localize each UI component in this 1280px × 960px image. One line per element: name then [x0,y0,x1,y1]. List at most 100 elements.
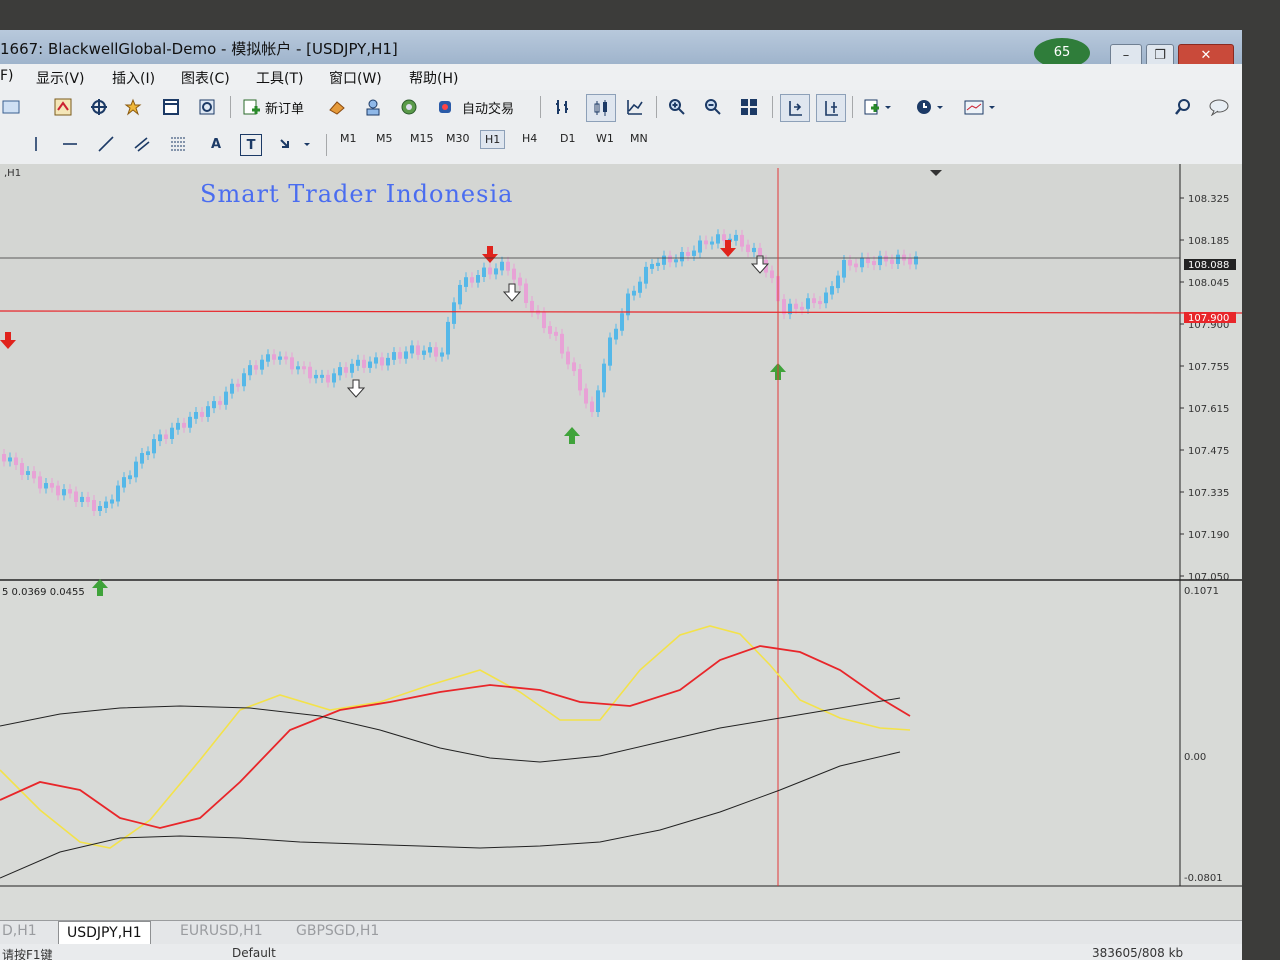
candle-body [230,383,234,394]
text-tool-icon[interactable]: A [206,134,226,154]
signals-icon[interactable] [362,97,384,117]
zoom-in-icon[interactable] [666,97,688,117]
indicators-icon[interactable] [860,97,896,117]
timeframe-mn[interactable]: MN [626,130,652,147]
crosshair-icon[interactable] [88,97,110,117]
market-icon[interactable] [398,97,420,117]
price-tick-label: 107.050 [1188,572,1229,583]
text-label-icon[interactable]: T [240,134,262,156]
tab-eurusd[interactable]: EURUSD,H1 [180,923,263,939]
metaeditor-icon[interactable] [326,97,348,117]
candlestick-chart-icon[interactable] [586,94,616,122]
menu-window[interactable]: 窗口(W) [329,68,382,88]
timeframe-m15[interactable]: M15 [406,130,438,147]
equidistant-channel-icon[interactable] [132,134,152,154]
arrows-icon[interactable] [276,134,316,154]
menu-insert[interactable]: 插入(I) [112,68,155,88]
fibonacci-icon[interactable] [168,134,188,154]
templates-icon[interactable] [960,97,1000,117]
price-tick-label: 107.475 [1188,446,1229,457]
candle-body [770,270,774,279]
candle-body [896,254,900,264]
candle-body [554,331,558,336]
main-toolbar: 新订单 自动交易 [0,90,1242,125]
chart-tabs: D,H1 USDJPY,H1 EURUSD,H1 GBPSGD,H1 [0,920,1242,945]
autotrade-icon[interactable] [434,97,456,117]
timeframe-h1[interactable]: H1 [480,130,506,149]
status-traffic: 383605/808 kb [1092,946,1184,960]
timeframe-m5[interactable]: M5 [372,130,397,147]
candle-body [584,388,588,404]
timeframe-toolbar: A T M1 M5 M15 M30 H1 H4 D1 W1 MN [0,124,1242,165]
candle-body [614,328,618,340]
candle-body [914,256,918,265]
menu-file[interactable]: F) [0,68,14,84]
candle-body [356,359,360,366]
periods-clock-icon[interactable] [912,97,948,117]
candle-body [428,347,432,353]
candle-body [692,250,696,256]
chart-shift-icon[interactable] [816,94,846,122]
tile-windows-icon[interactable] [738,97,760,117]
candle-body [632,290,636,296]
vertical-line-icon[interactable] [26,134,46,154]
navigator-icon[interactable] [52,97,74,117]
autotrade-button[interactable]: 自动交易 [462,98,514,117]
trendline-icon[interactable] [96,134,116,154]
menu-help[interactable]: 帮助(H) [409,68,458,88]
tab-chart-1[interactable]: D,H1 [2,923,37,939]
candle-body [494,268,498,275]
candle-body [326,374,330,383]
tab-gbpsgd[interactable]: GBPSGD,H1 [296,923,379,939]
candle-body [404,351,408,359]
menu-charts[interactable]: 图表(C) [181,68,230,88]
price-tick-label: 107.190 [1188,530,1229,541]
line-chart-icon[interactable] [624,97,646,117]
candle-body [38,476,42,489]
candle-body [500,261,504,271]
toolbar-separator [326,134,327,156]
candle-body [578,369,582,391]
candle-body [818,301,822,305]
toolbar-separator [772,96,773,118]
candle-body [20,463,24,475]
tester-icon[interactable] [196,97,218,117]
indicator-pane[interactable] [0,582,1180,886]
timeframe-m1[interactable]: M1 [336,130,361,147]
favorites-icon[interactable] [122,97,144,117]
candle-body [368,361,372,368]
candle-body [320,374,324,378]
timeframe-m30[interactable]: M30 [442,130,474,147]
profiles-icon[interactable] [0,97,22,117]
auto-scroll-icon[interactable] [780,94,810,122]
candle-body [170,427,174,440]
timeframe-d1[interactable]: D1 [556,130,579,147]
menu-view[interactable]: 显示(V) [36,68,85,88]
search-icon[interactable] [1172,97,1194,117]
zoom-out-icon[interactable] [702,97,724,117]
candle-body [560,333,564,354]
candle-body [860,257,864,268]
new-order-icon[interactable] [240,97,262,117]
candle-body [902,254,906,261]
chat-icon[interactable] [1206,97,1232,117]
new-order-button[interactable]: 新订单 [265,98,304,117]
price-scale [1180,164,1242,886]
terminal-icon[interactable] [160,97,182,117]
candle-body [794,303,798,309]
candle-body [110,499,114,504]
chart-window[interactable]: ,H1 Smart Trader Indonesia 108.325 108.18… [0,164,1242,924]
candle-body [212,401,216,409]
horizontal-line-icon[interactable] [60,134,80,154]
price-pane[interactable] [0,164,1180,580]
candle-body [704,240,708,245]
candle-body [362,359,366,368]
tab-usdjpy[interactable]: USDJPY,H1 [58,921,151,945]
menu-tools[interactable]: 工具(T) [256,68,303,88]
price-tick-label: 107.615 [1188,404,1229,415]
bar-chart-icon[interactable] [552,97,574,117]
chart-symbol-label: ,H1 [4,168,21,179]
timeframe-h4[interactable]: H4 [518,130,541,147]
candle-body [740,234,744,247]
timeframe-w1[interactable]: W1 [592,130,618,147]
